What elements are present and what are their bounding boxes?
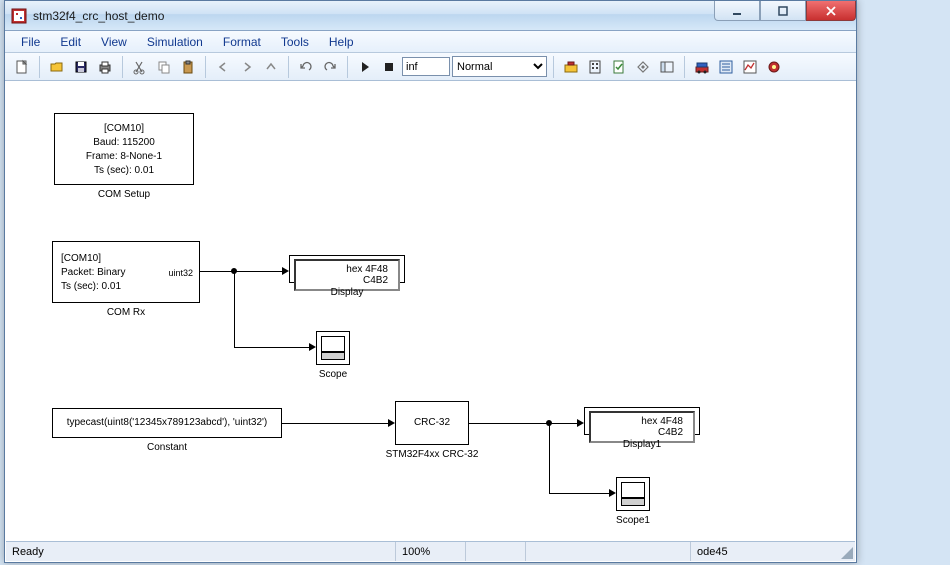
block-text: Ts (sec): 0.01 (61, 280, 191, 294)
block-text: Ts (sec): 0.01 (55, 164, 193, 178)
block-text: typecast(uint8('12345x789123abcd'), 'uin… (67, 417, 268, 428)
block-text: [COM10] (55, 122, 193, 136)
arrow-icon (309, 343, 316, 351)
window-title: stm32f4_crc_host_demo (33, 9, 164, 23)
up-button[interactable] (260, 56, 282, 78)
model-explorer-button[interactable] (656, 56, 678, 78)
arrow-icon (609, 489, 616, 497)
block-label: STM32F4xx CRC-32 (375, 449, 489, 460)
print-button[interactable] (94, 56, 116, 78)
status-solver: ode45 (691, 542, 855, 561)
stop-button[interactable] (378, 56, 400, 78)
block-label: Display1 (584, 439, 700, 450)
block-constant[interactable]: typecast(uint8('12345x789123abcd'), 'uin… (52, 408, 282, 438)
toolbar-separator (39, 56, 40, 78)
block-com-rx[interactable]: [COM10] Packet: Binary Ts (sec): 0.01 ui… (52, 241, 200, 303)
menu-tools[interactable]: Tools (271, 32, 319, 52)
paste-button[interactable] (177, 56, 199, 78)
signal-wire (282, 423, 388, 424)
block-scope1[interactable] (616, 477, 650, 511)
toolbar-separator (347, 56, 348, 78)
block-scope[interactable] (316, 331, 350, 365)
block-label: Scope (306, 369, 360, 380)
minimize-button[interactable] (714, 1, 760, 21)
menu-file[interactable]: File (11, 32, 50, 52)
status-empty (466, 542, 526, 561)
close-button[interactable] (806, 1, 856, 21)
maximize-button[interactable] (760, 1, 806, 21)
app-window: stm32f4_crc_host_demo File Edit View Sim… (4, 0, 857, 563)
menu-edit[interactable]: Edit (50, 32, 91, 52)
signal-wire (200, 271, 282, 272)
build-button[interactable] (560, 56, 582, 78)
back-button[interactable] (212, 56, 234, 78)
signal-wire (234, 271, 235, 347)
stoptime-input[interactable] (402, 57, 450, 76)
signal-builder-button[interactable] (739, 56, 761, 78)
block-display1[interactable]: hex 4F48 C4B2 (584, 407, 700, 435)
debug-button[interactable] (763, 56, 785, 78)
signal-wire (469, 423, 577, 424)
signal-wire (549, 423, 550, 493)
model-config-button[interactable] (715, 56, 737, 78)
block-text: Baud: 115200 (55, 136, 193, 150)
toolbar: Normal (5, 53, 856, 81)
new-button[interactable] (11, 56, 33, 78)
open-button[interactable] (46, 56, 68, 78)
toolbar-separator (122, 56, 123, 78)
incremental-build-button[interactable] (584, 56, 606, 78)
toolbar-separator (553, 56, 554, 78)
save-button[interactable] (70, 56, 92, 78)
signal-wire (234, 347, 309, 348)
window-buttons (714, 1, 856, 21)
sim-mode-select[interactable]: Normal (452, 56, 547, 77)
status-zoom: 100% (396, 542, 466, 561)
toolbar-separator (205, 56, 206, 78)
block-label: Scope1 (606, 515, 660, 526)
port-type: uint32 (168, 266, 193, 280)
undo-button[interactable] (295, 56, 317, 78)
redo-button[interactable] (319, 56, 341, 78)
menubar: File Edit View Simulation Format Tools H… (5, 31, 856, 53)
refresh-button[interactable] (608, 56, 630, 78)
arrow-icon (388, 419, 395, 427)
simulink-icon (11, 8, 27, 24)
library-browser-button[interactable] (691, 56, 713, 78)
resize-grip-icon[interactable] (839, 545, 853, 559)
copy-button[interactable] (153, 56, 175, 78)
block-label: Display (289, 287, 405, 298)
block-label: COM Setup (54, 189, 194, 200)
forward-button[interactable] (236, 56, 258, 78)
menu-format[interactable]: Format (213, 32, 271, 52)
arrow-icon (282, 267, 289, 275)
menu-simulation[interactable]: Simulation (137, 32, 213, 52)
model-advisor-button[interactable] (632, 56, 654, 78)
model-canvas[interactable]: [COM10] Baud: 115200 Frame: 8-None-1 Ts … (6, 83, 855, 540)
arrow-icon (577, 419, 584, 427)
block-com-setup[interactable]: [COM10] Baud: 115200 Frame: 8-None-1 Ts … (54, 113, 194, 185)
block-label: COM Rx (52, 307, 200, 318)
run-button[interactable] (354, 56, 376, 78)
menu-help[interactable]: Help (319, 32, 364, 52)
block-text: Frame: 8-None-1 (55, 150, 193, 164)
block-text: CRC-32 (414, 417, 450, 428)
titlebar[interactable]: stm32f4_crc_host_demo (5, 1, 856, 31)
block-display[interactable]: hex 4F48 C4B2 (289, 255, 405, 283)
status-empty (526, 542, 691, 561)
block-crc32[interactable]: CRC-32 (395, 401, 469, 445)
statusbar: Ready 100% ode45 (6, 541, 855, 561)
block-label: Constant (52, 442, 282, 453)
signal-wire (549, 493, 609, 494)
status-ready: Ready (6, 542, 396, 561)
toolbar-separator (288, 56, 289, 78)
cut-button[interactable] (129, 56, 151, 78)
toolbar-separator (684, 56, 685, 78)
menu-view[interactable]: View (91, 32, 137, 52)
block-text: [COM10] (61, 252, 191, 266)
